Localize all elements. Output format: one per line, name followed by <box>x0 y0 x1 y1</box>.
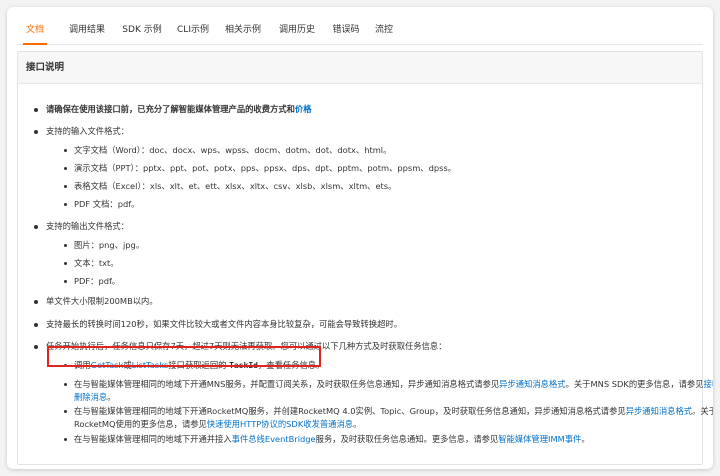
intro-note: 请确保在使用该接口前，已充分了解智能媒体管理产品的收费方式和价格 <box>46 104 312 115</box>
way2-text-a: 在与智能媒体管理相同的地域下开通MNS服务，并配置订阅关系，及时获取任务信息通知… <box>74 379 500 389</box>
way4-text-b: 服务，及时获取任务信息通知。更多信息，请参见 <box>315 434 499 444</box>
bullet-icon <box>64 203 67 206</box>
size-limit-note: 单文件大小限制200MB以内。 <box>46 296 158 306</box>
way-mns: 在与智能媒体管理相同的地域下开通MNS服务，并配置订阅关系，及时获取任务信息通知… <box>74 379 713 390</box>
http-sdk-link[interactable]: 快速使用HTTP协议的SDK收发普通消息 <box>207 419 353 429</box>
document-frame: 文档 调用结果 SDK 示例 CLI示例 相关示例 调用历史 错误码 流控 接口… <box>7 7 713 469</box>
pricing-link[interactable]: 价格 <box>295 104 312 114</box>
bullet-icon <box>64 244 67 247</box>
bullet-icon <box>64 167 67 170</box>
way2-text-c: 。 <box>107 392 116 402</box>
tab-cli-examples[interactable]: CLI示例 <box>175 22 211 45</box>
way4-text-a: 在与智能媒体管理相同的地域下开通并接入 <box>74 434 232 444</box>
way3-text-b: 。关于 <box>692 406 713 416</box>
bullet-icon <box>34 130 38 134</box>
input-formats-title: 支持的输入文件格式： <box>46 126 129 136</box>
async-format-link[interactable]: 异步通知消息格式 <box>499 379 565 389</box>
bullet-icon <box>34 323 38 327</box>
format-pdf: PDF 文档：pdf。 <box>74 199 140 209</box>
time-limit-note: 支持最长的转换时间120秒，如果文件比较大或者文件内容本身比较复杂，可能会导致转… <box>46 319 403 329</box>
way3-text-d: 。 <box>353 419 362 429</box>
api-description-panel: 接口说明 请确保在使用该接口前，已充分了解智能媒体管理产品的收费方式和价格 支持… <box>17 51 713 465</box>
async-format-link-2[interactable]: 异步通知消息格式 <box>626 406 692 416</box>
way-rocketmq: 在与智能媒体管理相同的地域下开通RocketMQ服务，并创建RocketMQ 4… <box>74 406 713 417</box>
highlight-box <box>47 346 321 367</box>
output-formats-title: 支持的输出文件格式： <box>46 221 129 231</box>
imm-events-link[interactable]: 智能媒体管理IMM事件 <box>498 434 581 444</box>
receive-delete-link[interactable]: 接收和 <box>704 379 713 389</box>
receive-delete-link-cont[interactable]: 删除消息 <box>74 392 107 402</box>
intro-text: 请确保在使用该接口前，已充分了解智能媒体管理产品的收费方式和 <box>46 104 295 114</box>
bullet-icon <box>64 149 67 152</box>
bullet-icon <box>64 383 67 386</box>
way-rocketmq-cont: RocketMQ使用的更多信息，请参见快速使用HTTP协议的SDK收发普通消息。 <box>74 419 361 430</box>
tab-error-codes[interactable]: 错误码 <box>329 22 363 45</box>
bullet-icon <box>34 345 38 349</box>
panel-content: 请确保在使用该接口前，已充分了解智能媒体管理产品的收费方式和价格 支持的输入文件… <box>18 85 713 464</box>
output-pdf: PDF：pdf。 <box>74 276 121 286</box>
bullet-icon <box>34 225 38 229</box>
bullet-icon <box>64 280 67 283</box>
tab-docs[interactable]: 文档 <box>23 22 47 45</box>
tab-bar: 文档 调用结果 SDK 示例 CLI示例 相关示例 调用历史 错误码 流控 <box>17 19 703 45</box>
output-text: 文本：txt。 <box>74 258 119 268</box>
bullet-icon <box>64 262 67 265</box>
format-word: 文字文档（Word）：doc、docx、wps、wpss、docm、dotm、d… <box>74 145 392 155</box>
way-mns-cont: 删除消息。 <box>74 392 116 403</box>
way-eventbridge: 在与智能媒体管理相同的地域下开通并接入事件总线EventBridge服务，及时获… <box>74 434 590 445</box>
eventbridge-link[interactable]: 事件总线EventBridge <box>232 434 316 444</box>
bullet-icon <box>34 300 38 304</box>
way2-text-b: 。关于MNS SDK的更多信息，请参见 <box>565 379 704 389</box>
bullet-icon <box>34 108 38 112</box>
format-ppt: 演示文档（PPT）：pptx、ppt、pot、potx、pps、ppsx、dps… <box>74 163 457 173</box>
tab-call-results[interactable]: 调用结果 <box>65 22 109 45</box>
output-image: 图片：png、jpg。 <box>74 240 145 250</box>
bullet-icon <box>64 410 67 413</box>
tab-call-history[interactable]: 调用历史 <box>275 22 319 45</box>
way3-text-c: RocketMQ使用的更多信息，请参见 <box>74 419 207 429</box>
format-excel: 表格文档（Excel）：xls、xlt、et、ett、xlsx、xltx、csv… <box>74 181 397 191</box>
way3-text-a: 在与智能媒体管理相同的地域下开通RocketMQ服务，并创建RocketMQ 4… <box>74 406 626 416</box>
bullet-icon <box>64 185 67 188</box>
bullet-icon <box>64 438 67 441</box>
tab-sdk-examples[interactable]: SDK 示例 <box>119 22 165 45</box>
way4-text-c: 。 <box>581 434 590 444</box>
panel-title: 接口说明 <box>18 52 702 84</box>
tab-flow-control[interactable]: 流控 <box>373 22 395 45</box>
tab-related-examples[interactable]: 相关示例 <box>221 22 265 45</box>
